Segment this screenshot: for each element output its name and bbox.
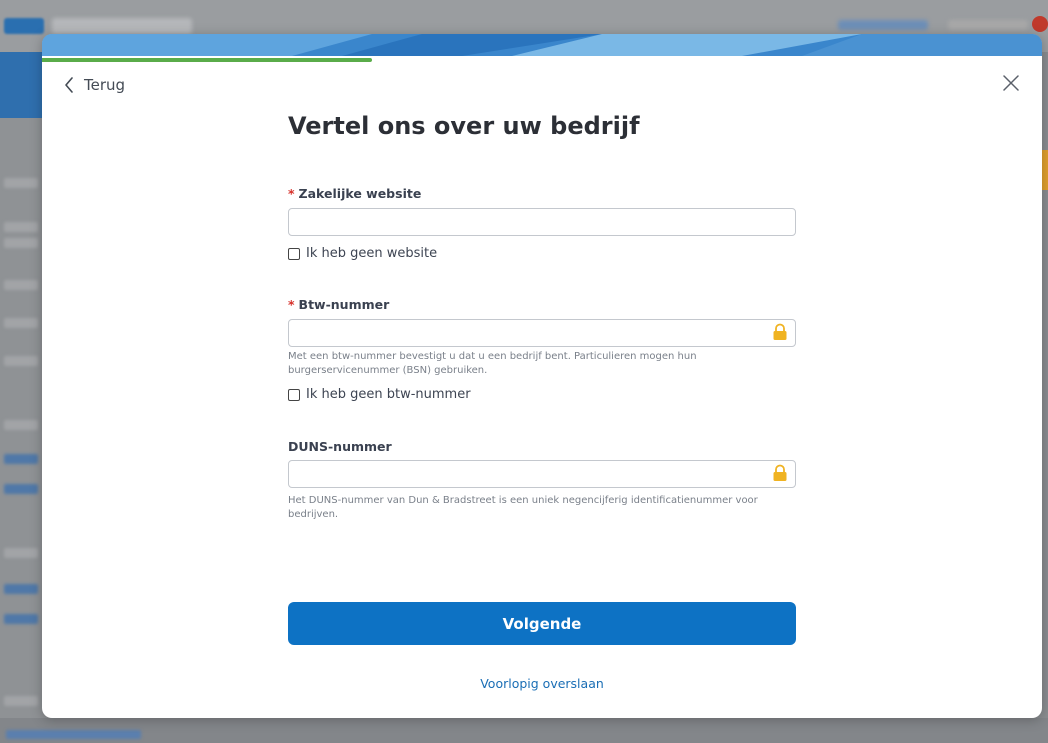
background-sidebar-line bbox=[4, 548, 38, 558]
duns-label: DUNS-nummer bbox=[288, 439, 392, 454]
background-sidebar-active bbox=[0, 52, 42, 118]
background-bottom-bar bbox=[0, 718, 1048, 743]
required-marker: * bbox=[288, 186, 295, 201]
no-website-checkbox[interactable] bbox=[288, 247, 300, 260]
background-sidebar-line bbox=[4, 222, 38, 232]
background-sidebar-line bbox=[4, 356, 38, 366]
vat-help-text: Met een btw-nummer bevestigt u dat u een… bbox=[288, 351, 697, 376]
background-bottom-link bbox=[6, 730, 141, 739]
background-user-menu bbox=[838, 20, 928, 30]
background-logo bbox=[4, 18, 44, 34]
background-sidebar-line bbox=[4, 318, 38, 328]
background-account-menu bbox=[948, 20, 1028, 30]
vat-input[interactable] bbox=[288, 319, 796, 347]
close-icon[interactable] bbox=[1002, 74, 1020, 92]
duns-input[interactable] bbox=[288, 460, 796, 488]
background-sidebar-link bbox=[4, 584, 38, 594]
background-sidebar-link bbox=[4, 484, 38, 494]
no-vat-label: Ik heb geen btw-nummer bbox=[306, 387, 471, 402]
duns-help-text: Het DUNS-nummer van Dun & Bradstreet is … bbox=[288, 495, 758, 520]
background-sidebar-line bbox=[4, 238, 38, 248]
next-button[interactable]: Volgende bbox=[288, 602, 796, 645]
no-vat-checkbox[interactable] bbox=[288, 388, 300, 401]
back-button[interactable]: Terug bbox=[64, 76, 125, 94]
progress-bar bbox=[42, 58, 372, 62]
required-marker: * bbox=[288, 297, 295, 312]
no-website-checkbox-row[interactable]: Ik heb geen website bbox=[288, 246, 437, 261]
skip-link[interactable]: Voorlopig overslaan bbox=[288, 676, 796, 691]
background-right-accent bbox=[1042, 150, 1048, 190]
background-sidebar-link bbox=[4, 614, 38, 624]
vat-label-text: Btw-nummer bbox=[298, 297, 390, 312]
no-website-label: Ik heb geen website bbox=[306, 246, 438, 261]
lock-icon bbox=[773, 464, 787, 481]
background-sidebar-line bbox=[4, 420, 38, 430]
background-sidebar-line bbox=[4, 178, 38, 188]
website-label: * Zakelijke website bbox=[288, 186, 421, 201]
background-sidebar-line bbox=[4, 280, 38, 290]
company-info-dialog: Terug Vertel ons over uw bedrijf * Zakeli… bbox=[42, 34, 1042, 718]
page-title: Vertel ons over uw bedrijf bbox=[288, 112, 640, 140]
website-input[interactable] bbox=[288, 208, 796, 236]
back-label: Terug bbox=[84, 76, 126, 94]
background-notification-badge bbox=[1032, 16, 1048, 32]
chevron-left-icon bbox=[65, 77, 73, 93]
website-label-text: Zakelijke website bbox=[298, 186, 422, 201]
vat-label: * Btw-nummer bbox=[288, 297, 389, 312]
background-logo-text bbox=[52, 18, 192, 34]
dialog-banner bbox=[42, 34, 1042, 56]
no-vat-checkbox-row[interactable]: Ik heb geen btw-nummer bbox=[288, 387, 471, 402]
lock-icon bbox=[773, 323, 787, 340]
background-sidebar-line bbox=[4, 696, 38, 706]
background-sidebar-link bbox=[4, 454, 38, 464]
